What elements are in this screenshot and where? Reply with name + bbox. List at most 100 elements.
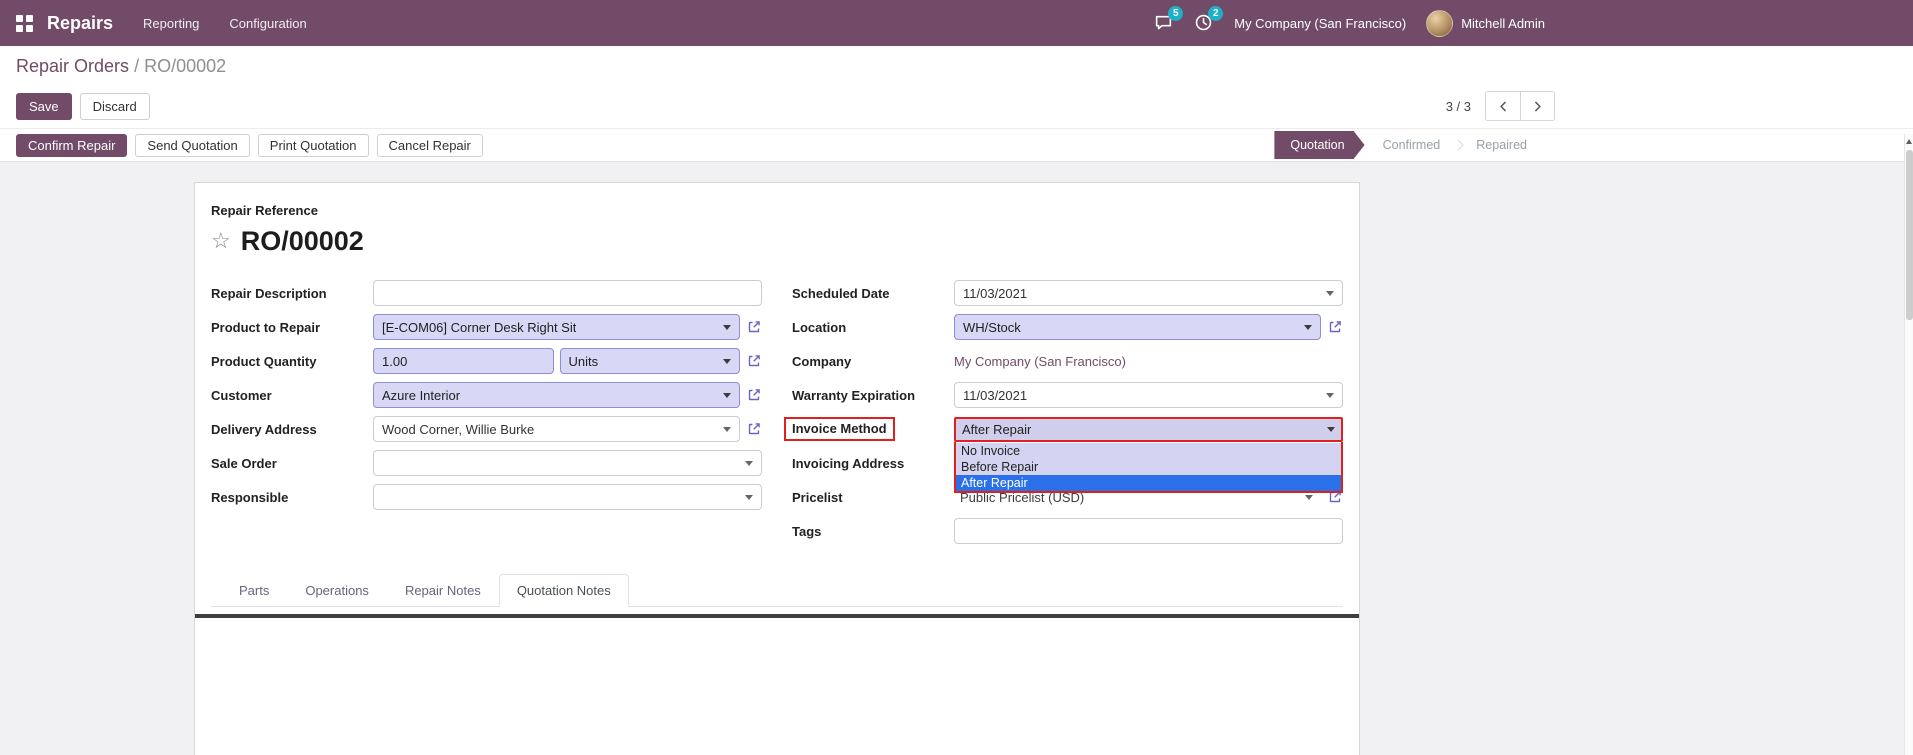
product-external-link-icon[interactable] xyxy=(746,319,762,335)
reference-label: Repair Reference xyxy=(211,203,318,218)
dropdown-caret-icon xyxy=(723,358,731,364)
tab-parts[interactable]: Parts xyxy=(221,574,287,607)
uom-external-link-icon[interactable] xyxy=(746,353,762,369)
company-switcher[interactable]: My Company (San Francisco) xyxy=(1234,16,1406,31)
breadcrumb-separator: / xyxy=(134,56,140,76)
product-to-repair-label: Product to Repair xyxy=(211,319,321,335)
dropdown-caret-icon xyxy=(1304,324,1312,330)
field-row-delivery-address: Delivery Address Wood Corner, Willie Bur… xyxy=(211,412,762,446)
menu-reporting[interactable]: Reporting xyxy=(143,16,199,31)
product-quantity-input[interactable]: 1.00 xyxy=(373,348,554,374)
apps-grid-icon[interactable] xyxy=(16,14,33,32)
statusbar: Confirm Repair Send Quotation Print Quot… xyxy=(0,128,1913,162)
discard-button[interactable]: Discard xyxy=(79,92,150,120)
delivery-address-external-link-icon[interactable] xyxy=(746,421,762,437)
form-sheet: Repair Reference ☆ RO/00002 Repair Descr… xyxy=(194,182,1360,755)
favorite-star-icon[interactable]: ☆ xyxy=(211,230,231,252)
control-panel: Save Discard 3 / 3 xyxy=(0,84,1913,128)
field-row-product-quantity: Product Quantity 1.00 Units xyxy=(211,344,762,378)
tab-repair-notes[interactable]: Repair Notes xyxy=(387,574,499,607)
product-quantity-label: Product Quantity xyxy=(211,353,317,369)
navbar-right: 5 2 My Company (San Francisco) Mitchell … xyxy=(1154,6,1897,37)
dropdown-caret-icon xyxy=(723,324,731,330)
customer-label: Customer xyxy=(211,387,272,403)
save-button[interactable]: Save xyxy=(16,92,72,120)
field-row-product-to-repair: Product to Repair [E-COM06] Corner Desk … xyxy=(211,310,762,344)
uom-select[interactable]: Units xyxy=(559,348,740,374)
scrollbar-thumb[interactable] xyxy=(1906,150,1913,320)
messages-badge: 5 xyxy=(1168,6,1184,21)
option-after-repair[interactable]: After Repair xyxy=(956,474,1341,491)
location-label: Location xyxy=(792,319,847,335)
warranty-expiration-input[interactable]: 11/03/2021 xyxy=(954,382,1343,408)
field-row-scheduled-date: Scheduled Date 11/03/2021 xyxy=(792,276,1343,310)
tab-quotation-notes[interactable]: Quotation Notes xyxy=(498,574,629,607)
pager-count: 3 / 3 xyxy=(1445,98,1471,114)
right-column: Scheduled Date 11/03/2021 Location WH/St… xyxy=(784,276,1343,548)
field-row-sale-order: Sale Order xyxy=(211,446,762,480)
option-no-invoice[interactable]: No Invoice xyxy=(956,442,1341,459)
vertical-scrollbar[interactable] xyxy=(1904,134,1913,755)
dropdown-caret-icon xyxy=(1327,426,1335,432)
customer-external-link-icon[interactable] xyxy=(746,387,762,403)
scroll-up-arrow-icon[interactable] xyxy=(1906,139,1912,144)
repair-description-input[interactable] xyxy=(373,280,762,306)
field-row-company: Company My Company (San Francisco) xyxy=(792,344,1343,378)
option-before-repair[interactable]: Before Repair xyxy=(956,458,1341,475)
dropdown-caret-icon xyxy=(745,494,753,500)
state-confirmed[interactable]: Confirmed xyxy=(1365,131,1459,159)
company-value[interactable]: My Company (San Francisco) xyxy=(954,354,1126,369)
pager-next-button[interactable] xyxy=(1520,92,1554,120)
datepicker-caret-icon xyxy=(1326,392,1334,398)
activities-badge: 2 xyxy=(1208,6,1224,21)
location-external-link-icon[interactable] xyxy=(1327,319,1343,335)
notebook-tabs: Parts Operations Repair Notes Quotation … xyxy=(211,574,1343,607)
print-quotation-button[interactable]: Print Quotation xyxy=(257,133,369,157)
company-label: Company xyxy=(792,353,852,369)
breadcrumb-current: RO/00002 xyxy=(144,56,227,76)
delivery-address-select[interactable]: Wood Corner, Willie Burke xyxy=(373,416,740,442)
warranty-expiration-label: Warranty Expiration xyxy=(792,387,916,403)
state-quotation[interactable]: Quotation xyxy=(1274,131,1364,159)
field-row-location: Location WH/Stock xyxy=(792,310,1343,344)
field-row-tags: Tags xyxy=(792,514,1343,548)
customer-select[interactable]: Azure Interior xyxy=(373,382,740,408)
repair-reference: RO/00002 xyxy=(240,225,364,256)
breadcrumb-parent[interactable]: Repair Orders xyxy=(16,56,129,76)
breadcrumb: Repair Orders / RO/00002 xyxy=(16,56,1897,77)
repair-description-label: Repair Description xyxy=(211,285,327,301)
menu-configuration[interactable]: Configuration xyxy=(229,16,306,31)
breadcrumb-row: Repair Orders / RO/00002 xyxy=(0,46,1913,84)
delivery-address-label: Delivery Address xyxy=(211,421,317,437)
sale-order-select[interactable] xyxy=(373,450,762,476)
user-menu[interactable]: Mitchell Admin xyxy=(1426,9,1545,37)
product-to-repair-select[interactable]: [E-COM06] Corner Desk Right Sit xyxy=(373,314,740,340)
activities-icon[interactable]: 2 xyxy=(1194,6,1224,33)
tab-operations[interactable]: Operations xyxy=(287,574,387,607)
field-row-warranty-expiration: Warranty Expiration 11/03/2021 xyxy=(792,378,1343,412)
app-name[interactable]: Repairs xyxy=(47,13,113,34)
responsible-label: Responsible xyxy=(211,489,289,505)
field-row-customer: Customer Azure Interior xyxy=(211,378,762,412)
invoice-method-select-wrap: After Repair No Invoice Before Repair Af… xyxy=(954,416,1343,493)
responsible-select[interactable] xyxy=(373,484,762,510)
scheduled-date-input[interactable]: 11/03/2021 xyxy=(954,280,1343,306)
sale-order-label: Sale Order xyxy=(211,455,277,471)
invoice-method-label-wrap: Invoice Method xyxy=(784,417,954,441)
left-column: Repair Description Product to Repair [E-… xyxy=(211,276,762,548)
location-select[interactable]: WH/Stock xyxy=(954,314,1321,340)
dropdown-caret-icon xyxy=(1305,494,1313,500)
state-repaired[interactable]: Repaired xyxy=(1458,131,1545,159)
invoice-method-label: Invoice Method xyxy=(784,417,895,441)
top-navbar: Repairs Reporting Configuration 5 2 My C… xyxy=(0,0,1913,46)
send-quotation-button[interactable]: Send Quotation xyxy=(135,133,250,157)
confirm-repair-button[interactable]: Confirm Repair xyxy=(16,133,128,157)
field-row-invoice-method: Invoice Method After Repair No Invoice B… xyxy=(784,412,1343,493)
pricelist-label: Pricelist xyxy=(792,489,843,505)
messages-icon[interactable]: 5 xyxy=(1154,6,1184,33)
tags-input[interactable] xyxy=(954,518,1343,544)
pager-previous-button[interactable] xyxy=(1486,92,1520,120)
invoice-method-select[interactable]: After Repair xyxy=(954,416,1343,442)
avatar xyxy=(1426,9,1454,37)
cancel-repair-button[interactable]: Cancel Repair xyxy=(376,133,483,157)
